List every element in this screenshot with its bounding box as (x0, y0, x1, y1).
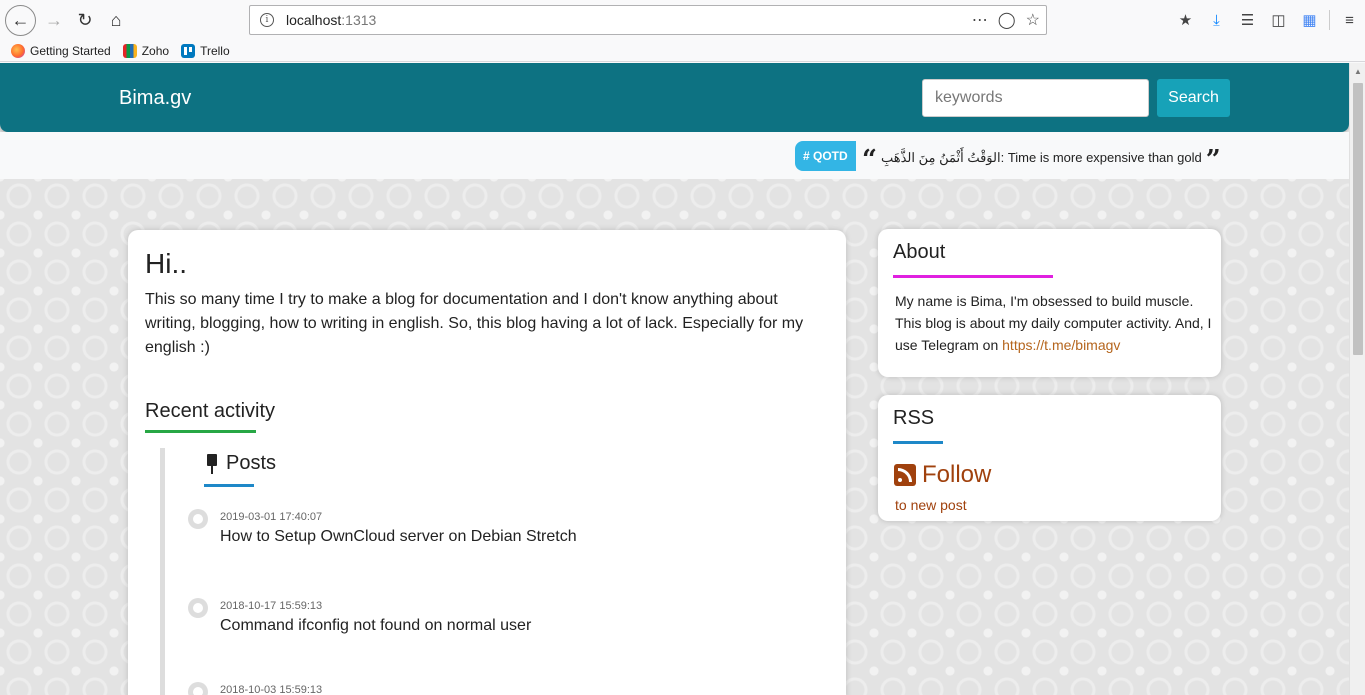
reader-star-icon[interactable]: ★ (1170, 5, 1201, 35)
main-card: Hi.. This so many time I try to make a b… (128, 230, 846, 695)
url-host: localhost (286, 12, 342, 28)
posts-underline (204, 484, 254, 487)
arrow-left-icon: ← (11, 10, 30, 30)
follow-link[interactable]: Follow (894, 461, 991, 489)
scrollbar-thumb[interactable] (1353, 83, 1363, 355)
bookmark-label: Trello (200, 43, 230, 58)
search-button[interactable]: Search (1157, 79, 1230, 117)
recent-activity-underline (145, 430, 256, 433)
follow-label: Follow (922, 461, 992, 488)
page-viewport: Bima.gv Search # QOTD “ الوَقْتُ أَثْمَن… (0, 63, 1349, 695)
site-navbar: Bima.gv Search (0, 63, 1349, 132)
menu-icon[interactable]: ≡ (1334, 5, 1365, 35)
post-date: 2018-10-17 15:59:13 (220, 600, 323, 612)
library-icon[interactable]: ☰ (1232, 5, 1263, 35)
home-button[interactable]: ⌂ (101, 5, 131, 35)
info-icon[interactable]: i (260, 13, 274, 27)
posts-title: Posts (226, 452, 277, 474)
qotd-bar: # QOTD “ الوَقْتُ أَثْمَنُ مِنَ الذَّهَب… (0, 132, 1349, 179)
timeline-line (160, 448, 165, 695)
post-link[interactable]: How to Setup OwnCloud server on Debian S… (220, 528, 577, 546)
bookmark-trello[interactable]: Trello (181, 43, 230, 58)
rss-card: RSS Follow to new post (878, 395, 1221, 521)
rss-title: RSS (893, 407, 935, 429)
post-date: 2019-03-01 17:40:07 (220, 511, 323, 523)
bookmarks-toolbar: Getting Started Zoho Trello (0, 40, 1365, 62)
page-actions-icon[interactable]: ⋯ (972, 10, 988, 30)
post-date: 2018-10-03 15:59:13 (220, 684, 323, 695)
reload-button[interactable]: ↻ (70, 5, 100, 35)
bookmark-getting-started[interactable]: Getting Started (11, 43, 111, 58)
pocket-icon[interactable]: ◯ (998, 10, 1016, 30)
rss-underline (893, 441, 943, 444)
recent-activity-title: Recent activity (145, 400, 276, 422)
browser-toolbar: ← → ↻ ⌂ i localhost:1313 ⋯ ◯ ☆ ★ ⤓ ☰ ◫ ▦… (0, 0, 1365, 40)
qotd-badge: # QOTD (795, 141, 856, 171)
rss-icon (894, 464, 916, 486)
timeline-dot-icon (188, 509, 208, 529)
intro-text: This so many time I try to make a blog f… (145, 291, 804, 356)
url-text[interactable]: localhost:1313 (286, 12, 376, 28)
qotd-quote: “ الوَقْتُ أَثْمَنُ مِنَ الذَّهَبِ: Time… (862, 145, 1221, 175)
quote-open-icon: “ (862, 145, 877, 175)
firefox-icon (11, 43, 25, 58)
timeline-dot-icon (188, 682, 208, 695)
about-card: About My name is Bima, I'm obsessed to b… (878, 229, 1221, 377)
telegram-link[interactable]: https://t.me/bimagv (1002, 337, 1120, 353)
follow-subtext[interactable]: to new post (895, 497, 967, 513)
timeline-dot-icon (188, 598, 208, 618)
post-link[interactable]: Command ifconfig not found on normal use… (220, 617, 531, 635)
quote-close-icon: ” (1205, 145, 1221, 175)
bookmark-label: Getting Started (30, 43, 111, 58)
posts-heading: Posts (204, 452, 276, 475)
bookmark-star-icon[interactable]: ☆ (1026, 10, 1040, 30)
bookmark-label: Zoho (141, 43, 170, 58)
about-text: My name is Bima, I'm obsessed to build m… (895, 290, 1215, 356)
toolbar-divider (1329, 10, 1330, 30)
site-brand[interactable]: Bima.gv (119, 87, 191, 110)
forward-button[interactable]: → (39, 5, 69, 35)
page-scrollbar[interactable]: ▲ (1349, 63, 1365, 695)
url-bar[interactable]: i localhost:1313 ⋯ ◯ ☆ (249, 5, 1047, 35)
sidebar-icon[interactable]: ◫ (1263, 5, 1294, 35)
about-title: About (893, 241, 946, 263)
back-button[interactable]: ← (5, 5, 36, 36)
scroll-up-icon[interactable]: ▲ (1354, 67, 1362, 76)
zoho-icon (122, 43, 137, 58)
quote-text: الوَقْتُ أَثْمَنُ مِنَ الذَّهَبِ: Time i… (880, 150, 1202, 165)
home-icon: ⌂ (110, 9, 122, 30)
translate-icon[interactable]: ▦ (1294, 5, 1325, 35)
bookmark-zoho[interactable]: Zoho (122, 43, 170, 58)
search-input[interactable] (922, 79, 1149, 117)
download-icon[interactable]: ⤓ (1201, 5, 1232, 35)
reload-icon: ↻ (77, 9, 93, 30)
arrow-right-icon: → (45, 9, 63, 30)
page-title: Hi.. (145, 248, 187, 279)
url-port: :1313 (341, 12, 377, 28)
pin-icon (204, 453, 220, 474)
about-underline (893, 275, 1053, 278)
trello-icon (181, 43, 196, 58)
